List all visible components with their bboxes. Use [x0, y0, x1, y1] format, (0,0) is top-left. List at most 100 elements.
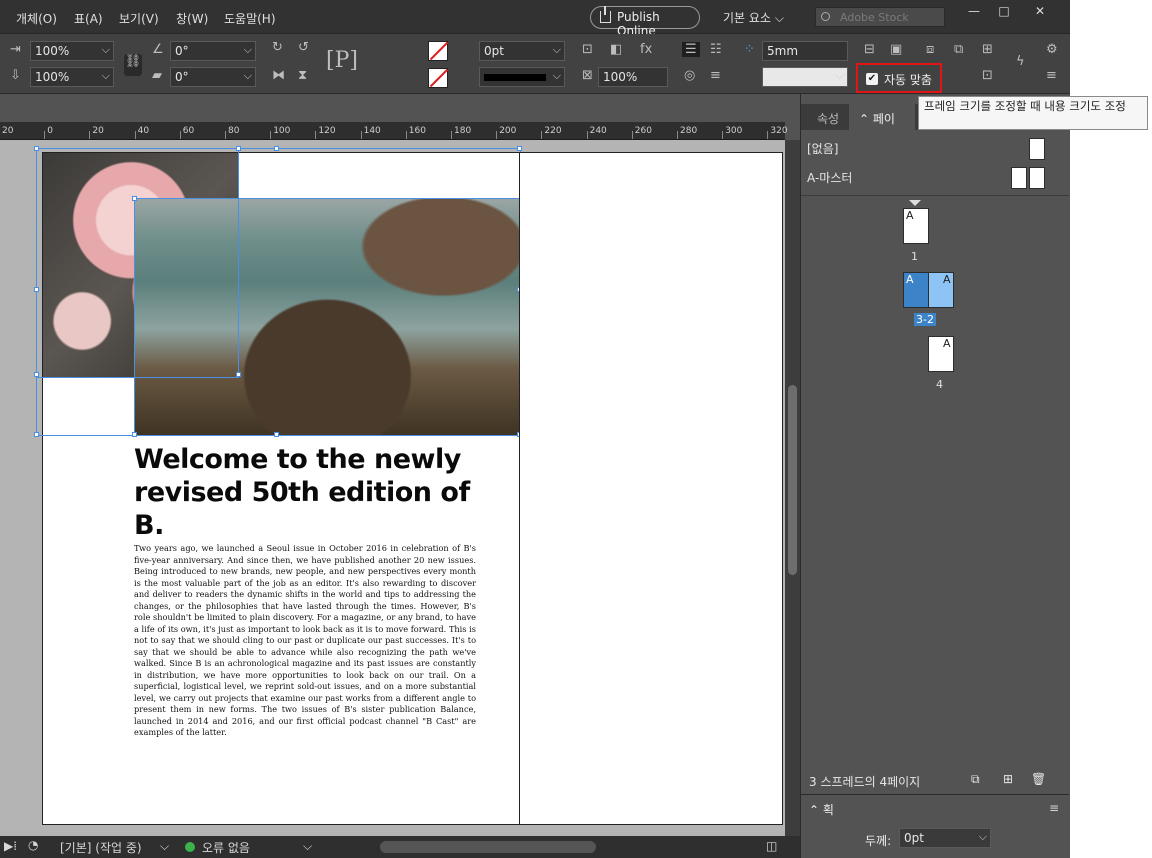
- shear-field[interactable]: 0°: [170, 67, 256, 87]
- style-field[interactable]: [762, 67, 848, 87]
- page-nav-icon[interactable]: ▶⁞: [4, 839, 17, 853]
- body-text-frame[interactable]: Two years ago, we launched a Seoul issue…: [134, 543, 476, 739]
- stroke-swatch[interactable]: [428, 68, 449, 88]
- publish-online-button[interactable]: Publish Online: [590, 6, 700, 38]
- search-icon: [821, 12, 830, 21]
- panel-menu-icon[interactable]: ≡: [1046, 68, 1057, 83]
- gap-field[interactable]: 5mm: [762, 41, 848, 61]
- ruler-label: 140: [363, 126, 381, 136]
- stock-search-input[interactable]: Adobe Stock: [815, 7, 945, 27]
- stroke-type-field[interactable]: [479, 67, 565, 87]
- page-thumb-4[interactable]: A: [928, 336, 954, 372]
- resize-handle[interactable]: [274, 146, 279, 151]
- resize-handle[interactable]: [132, 196, 137, 201]
- rotate-cw-icon[interactable]: ↻: [272, 40, 283, 55]
- split-view-icon[interactable]: ◫: [766, 839, 777, 853]
- tooltip: 프레임 크기를 조정할 때 내용 크기도 조정: [918, 96, 1148, 130]
- master-a-left-thumb[interactable]: [1011, 167, 1027, 189]
- distribute-icon[interactable]: ☷: [710, 42, 722, 57]
- lightning-icon[interactable]: ϟ: [1016, 54, 1025, 69]
- reference-point-icon[interactable]: [P]: [326, 48, 358, 73]
- new-page-icon[interactable]: ⊞: [1003, 772, 1013, 786]
- trash-icon[interactable]: 🗑: [1031, 772, 1046, 786]
- master-a[interactable]: A-마스터: [807, 169, 852, 186]
- scale-x-field[interactable]: 100%: [30, 41, 114, 61]
- chevron-down-icon[interactable]: ⌵: [303, 839, 312, 854]
- vertical-scrollbar[interactable]: [785, 140, 800, 840]
- page-size-icon[interactable]: ⧉: [971, 772, 980, 787]
- resize-handle[interactable]: [34, 372, 39, 377]
- master-list: [없음] A-마스터: [801, 130, 1069, 196]
- ruler-tick: [225, 131, 226, 139]
- fill-swatch[interactable]: [428, 41, 449, 61]
- resize-handle[interactable]: [236, 372, 241, 377]
- maximize-icon[interactable]: □: [990, 4, 1018, 18]
- headline-text-frame[interactable]: Welcome to the newly revised 50th edition…: [134, 443, 494, 542]
- panel-menu-icon[interactable]: ≡: [1049, 801, 1059, 815]
- indesign-window: 개체(O) 표(A) 보기(V) 창(W) 도움말(H) Publish Onl…: [0, 0, 1070, 858]
- workspace-switcher[interactable]: 기본 요소 ⌵: [723, 9, 784, 26]
- ruler-label: 120: [318, 126, 336, 136]
- resize-handle[interactable]: [517, 146, 522, 151]
- frame-fitting-icon[interactable]: ⊡: [982, 68, 993, 83]
- menu-object[interactable]: 개체(O): [16, 10, 57, 27]
- ruler-tick: [677, 131, 678, 139]
- resize-handle[interactable]: [34, 146, 39, 151]
- preflight-profile[interactable]: [기본] (작업 중): [60, 839, 142, 856]
- panel-stroke-weight-field[interactable]: 0pt: [899, 828, 991, 848]
- fit-proportional-icon[interactable]: ⧉: [954, 42, 963, 57]
- frame-icon[interactable]: ⊡: [582, 42, 593, 57]
- resize-handle[interactable]: [132, 432, 137, 437]
- resize-handle[interactable]: [274, 432, 279, 437]
- fit-frame-icon[interactable]: ⊟: [864, 42, 875, 57]
- stroke-tab[interactable]: ⌃ 획: [809, 801, 834, 818]
- page-thumb-2[interactable]: A: [928, 272, 954, 308]
- horizontal-scrollbar[interactable]: [380, 841, 596, 853]
- fit-content-icon[interactable]: ▣: [890, 42, 902, 57]
- scale-y-field[interactable]: 100%: [30, 67, 114, 87]
- auto-fit-checkbox[interactable]: ✔ 자동 맞춤: [856, 63, 942, 93]
- horizontal-ruler: 20 0 20 40 60 80 100 120 140 160 180 200 220 240 260 28…: [0, 122, 788, 140]
- ruler-label: 240: [589, 126, 607, 136]
- minimize-icon[interactable]: —: [960, 4, 988, 18]
- preflight-icon[interactable]: ◔: [28, 838, 38, 852]
- ruler-label: 220: [544, 126, 562, 136]
- master-none-thumb[interactable]: [1029, 138, 1045, 160]
- gear-icon[interactable]: ⚙: [1046, 42, 1058, 57]
- link-icon[interactable]: ⛓: [124, 54, 142, 76]
- rotate-field[interactable]: 0°: [170, 41, 256, 61]
- stroke-weight-field[interactable]: 0pt: [479, 41, 565, 61]
- shadow-icon[interactable]: ◧: [610, 42, 622, 57]
- center-content-icon[interactable]: ⊞: [982, 42, 993, 57]
- wrap-options-icon[interactable]: ≡: [710, 68, 721, 83]
- page-thumb-3[interactable]: A: [903, 272, 929, 308]
- rotate-ccw-icon[interactable]: ↺: [298, 40, 309, 55]
- ruler-label: 280: [680, 126, 698, 136]
- align-icon[interactable]: ☰: [682, 42, 700, 57]
- flip-h-icon[interactable]: ⧓: [272, 68, 285, 83]
- fill-frame-icon[interactable]: ⧈: [926, 42, 934, 57]
- master-none[interactable]: [없음]: [807, 140, 838, 157]
- flip-v-icon[interactable]: ⧗: [298, 68, 307, 83]
- tab-pages[interactable]: ⌃ 페이지: [849, 104, 915, 143]
- wrap-icon[interactable]: ◎: [684, 68, 695, 83]
- menu-window[interactable]: 창(W): [176, 10, 208, 27]
- master-a-right-thumb[interactable]: [1029, 167, 1045, 189]
- resize-handle[interactable]: [34, 287, 39, 292]
- coastline-selection-frame[interactable]: [134, 198, 521, 436]
- resize-handle[interactable]: [236, 146, 241, 151]
- scroll-thumb[interactable]: [788, 385, 797, 575]
- shear-icon: ▰: [152, 68, 162, 83]
- status-bar: ▶⁞ ◔ [기본] (작업 중) ⌵ 오류 없음 ⌵ ◫: [0, 836, 800, 858]
- menu-view[interactable]: 보기(V): [119, 10, 159, 27]
- chevron-icon: ⌃: [809, 803, 823, 817]
- tab-properties[interactable]: 속성: [807, 104, 849, 130]
- opacity-field[interactable]: 100%: [598, 67, 668, 87]
- page-thumb-1[interactable]: A: [903, 208, 929, 244]
- menu-table[interactable]: 표(A): [74, 10, 103, 27]
- resize-handle[interactable]: [34, 432, 39, 437]
- close-icon[interactable]: ✕: [1026, 4, 1054, 18]
- menu-help[interactable]: 도움말(H): [224, 10, 276, 27]
- chevron-down-icon[interactable]: ⌵: [160, 839, 169, 854]
- fx-icon[interactable]: fx: [640, 42, 652, 57]
